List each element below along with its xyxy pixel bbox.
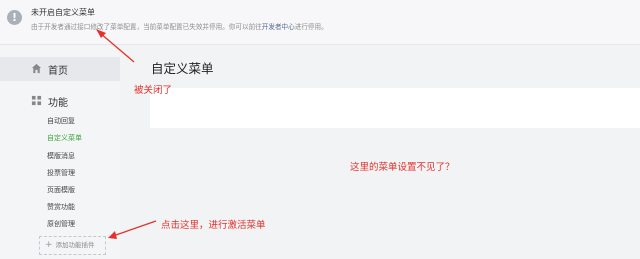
arrow-to-add-plugin-icon xyxy=(108,220,157,239)
arrow-to-notice-icon xyxy=(96,29,135,63)
annotation-arrows xyxy=(96,29,157,239)
